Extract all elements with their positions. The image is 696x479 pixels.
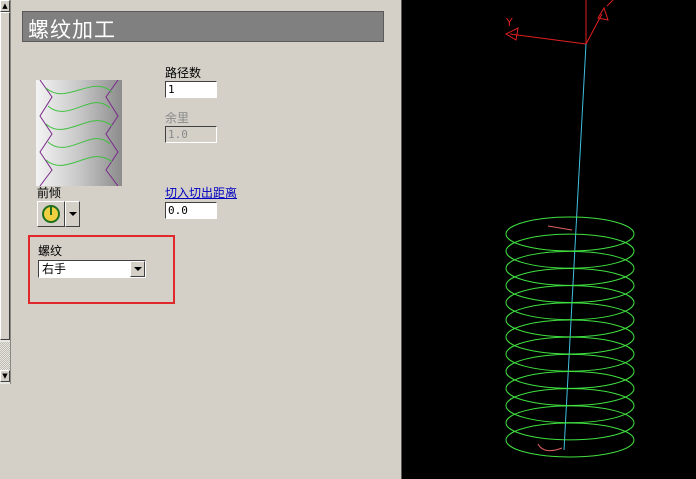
lead-in-out-link[interactable]: 切入切出距离 xyxy=(165,184,237,201)
scroll-up-button[interactable]: ▲ xyxy=(0,0,10,12)
3d-viewport[interactable]: Y xyxy=(401,0,696,479)
scroll-track[interactable] xyxy=(0,342,10,370)
thread-label: 螺纹 xyxy=(38,244,63,258)
panel-scrollbar[interactable]: ▲ ▼ xyxy=(0,0,11,384)
front-angle-button[interactable] xyxy=(37,201,65,227)
lead-out-ramp xyxy=(537,443,563,452)
lead-in-ramp xyxy=(547,225,573,231)
panel-title-bar: 螺纹加工 xyxy=(22,11,384,42)
helix-toolpath xyxy=(505,216,635,458)
thread-direction-dropdown-button[interactable] xyxy=(130,261,145,277)
allowance-field: 1.0 xyxy=(165,126,217,143)
lead-in-out-field[interactable]: 0.0 xyxy=(165,202,217,219)
thread-profile-image xyxy=(36,80,122,186)
path-count-label: 路径数 xyxy=(165,66,202,80)
front-angle-label: 前倾 xyxy=(37,186,62,200)
scroll-down-button[interactable]: ▼ xyxy=(0,370,10,382)
thread-direction-select[interactable]: 右手 xyxy=(38,260,146,278)
chevron-down-icon xyxy=(134,267,142,271)
axis-triad: Y xyxy=(504,0,614,45)
thread-direction-value: 右手 xyxy=(42,262,67,276)
scroll-thumb[interactable] xyxy=(0,12,10,340)
allowance-label: 余里 xyxy=(165,111,190,125)
path-count-field[interactable]: 1 xyxy=(165,81,217,98)
front-angle-dropdown-button[interactable] xyxy=(65,201,80,227)
axis-y-label: Y xyxy=(505,16,513,29)
chevron-down-icon xyxy=(69,212,77,216)
panel-title: 螺纹加工 xyxy=(28,18,116,42)
toolpath-canvas: Y xyxy=(504,0,635,458)
tilt-icon xyxy=(42,205,60,223)
